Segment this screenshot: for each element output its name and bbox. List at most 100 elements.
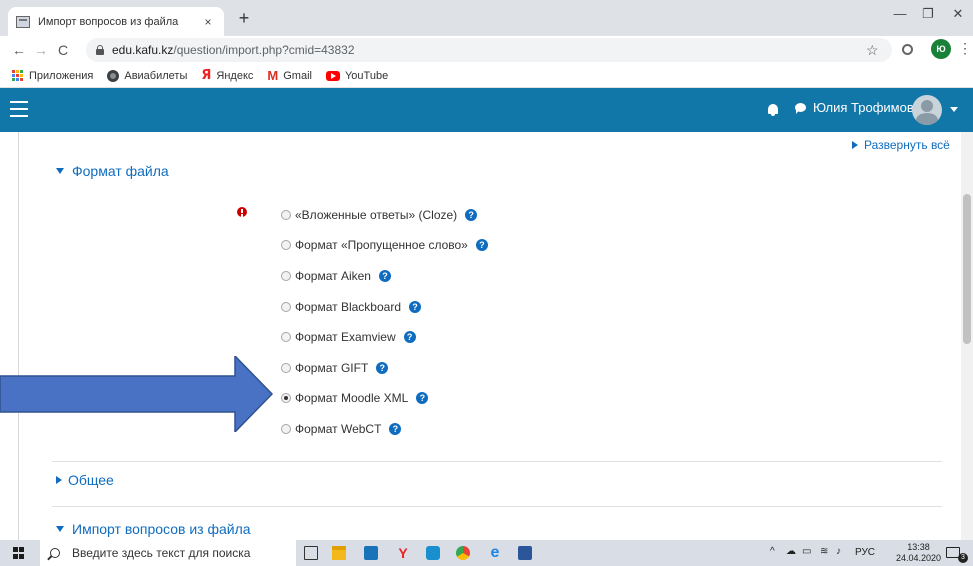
collapse-triangle-icon [56,168,64,174]
help-icon[interactable]: ? [416,392,429,404]
language-indicator[interactable]: РУС [855,547,875,558]
section-divider [52,506,942,507]
tab-close-icon[interactable]: × [200,15,216,29]
browser-menu-icon[interactable]: ⋮ [958,40,972,57]
mail-icon[interactable] [364,546,378,560]
format-option-gift[interactable]: Формат GIFT ? [281,361,389,375]
radio-button[interactable] [281,210,291,220]
user-menu-caret-icon[interactable] [950,107,958,112]
gmail-icon: M [267,68,279,83]
restore-button[interactable]: ❐ [913,6,943,22]
format-option-aiken[interactable]: Формат Aiken ? [281,269,391,283]
bookmark-gmail[interactable]: M Gmail [267,68,312,83]
expand-all-link[interactable]: Развернуть всё [852,138,950,152]
bookmark-apps[interactable]: Приложения [12,69,94,82]
format-option-webct[interactable]: Формат WebCT ? [281,422,402,436]
edge-icon[interactable]: e [488,545,502,561]
user-menu-name[interactable]: Юлия Трофимова [813,100,921,115]
section-general-header[interactable]: Общее [56,472,114,488]
profile-avatar-icon[interactable]: Ю [931,39,951,59]
url-host: edu.kafu.kz [112,43,174,57]
forward-button[interactable]: → [30,42,52,58]
close-window-button[interactable]: ✕ [943,6,973,22]
minimize-button[interactable]: — [885,6,915,21]
radio-button[interactable] [281,271,291,281]
section-title: Импорт вопросов из файла [72,521,251,537]
help-icon[interactable]: ? [378,270,391,282]
help-icon[interactable]: ? [376,362,389,374]
task-view-icon[interactable] [304,546,318,560]
help-icon[interactable]: ? [475,239,488,251]
bookmark-label: Яндекс [216,69,254,82]
globe-icon [107,69,120,82]
annotation-arrow-icon [0,356,274,432]
bookmark-aviabilety[interactable]: Авиабилеты [107,69,187,82]
hamburger-menu-icon[interactable] [10,101,28,117]
option-label: Формат WebCT [295,422,382,436]
radio-button[interactable] [281,302,291,312]
file-explorer-icon[interactable] [332,546,346,560]
taskbar-search-input[interactable]: Введите здесь текст для поиска [40,540,296,566]
format-option-examview[interactable]: Формат Examview ? [281,330,416,344]
option-label: Формат Examview [295,330,396,344]
youtube-icon [325,70,340,81]
reload-button[interactable]: C [52,42,74,58]
bookmark-youtube[interactable]: YouTube [325,70,388,82]
section-import-file-header[interactable]: Импорт вопросов из файла [56,521,251,537]
bookmarks-bar: Приложения Авиабилеты Я Яндекс M Gmail Y… [0,64,973,88]
browser-tab[interactable]: Импорт вопросов из файла × [8,7,224,36]
back-button[interactable]: ← [8,42,30,58]
bookmark-yandex[interactable]: Я Яндекс [201,68,253,83]
format-option-cloze[interactable]: «Вложенные ответы» (Cloze) ? [281,208,478,222]
volume-icon[interactable]: ♪ [836,546,841,557]
expand-triangle-icon [852,141,858,149]
radio-button-selected[interactable] [281,393,291,403]
section-divider [52,461,942,462]
bookmark-star-icon[interactable]: ☆ [866,42,879,59]
collapse-triangle-icon [56,526,64,532]
extension-icon[interactable] [902,44,913,55]
option-label: Формат Aiken [295,269,371,283]
battery-icon[interactable]: ▭ [802,546,811,557]
windows-start-icon[interactable] [13,547,25,559]
radio-button[interactable] [281,332,291,342]
main-content [0,132,961,540]
onedrive-icon[interactable]: ☁ [786,546,796,557]
option-label: Формат «Пропущенное слово» [295,238,468,252]
messages-chat-icon[interactable] [795,103,806,114]
help-icon[interactable]: ? [409,301,421,313]
format-option-blackboard[interactable]: Формат Blackboard ? [281,300,421,314]
page-scrollbar[interactable] [961,132,973,540]
app-icon[interactable] [426,546,440,560]
scrollbar-thumb[interactable] [963,194,971,344]
new-tab-button[interactable]: + [232,8,256,28]
word-icon[interactable] [518,546,532,560]
tab-title: Импорт вопросов из файла [38,15,179,28]
notifications-bell-icon[interactable] [768,104,778,116]
help-icon[interactable]: ? [389,423,402,435]
radio-button[interactable] [281,363,291,373]
option-label: Формат Moodle XML [295,391,409,405]
radio-button[interactable] [281,424,291,434]
help-icon[interactable]: ? [465,209,478,221]
yandex-browser-icon[interactable]: Y [396,546,410,560]
expand-triangle-icon [56,476,62,484]
avatar[interactable] [912,95,942,125]
url-field[interactable]: edu.kafu.kz/question/import.php?cmid=438… [86,38,892,62]
required-icon [237,207,247,221]
taskbar-clock[interactable]: 13:38 24.04.2020 [896,542,941,564]
chrome-icon[interactable] [456,546,470,560]
radio-button[interactable] [281,240,291,250]
format-option-missingword[interactable]: Формат «Пропущенное слово» ? [281,238,488,252]
format-option-moodlexml[interactable]: Формат Moodle XML ? [281,391,429,405]
tray-chevron-icon[interactable]: ^ [770,546,775,557]
moodle-navbar: Юлия Трофимова [0,88,973,132]
wifi-icon[interactable]: ≋ [820,546,828,557]
help-icon[interactable]: ? [403,331,416,343]
notification-count-badge: 3 [958,553,968,563]
section-file-format-header[interactable]: Формат файла [56,163,169,179]
section-title: Общее [68,472,114,488]
search-icon [50,548,60,558]
bookmark-label: Приложения [29,69,94,82]
option-label: Формат Blackboard [295,300,401,314]
